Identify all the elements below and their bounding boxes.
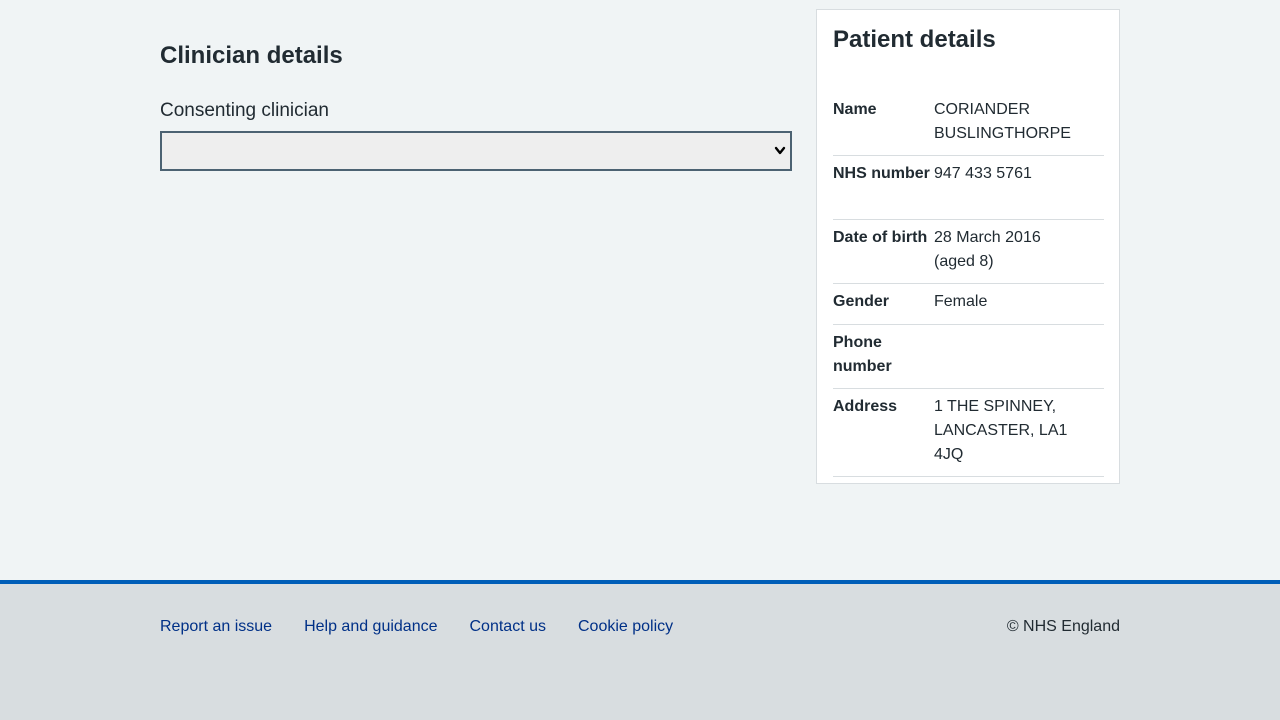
- consenting-clinician-select[interactable]: [160, 131, 792, 171]
- summary-key: NHS number: [833, 165, 930, 182]
- summary-key: Date of birth: [833, 229, 928, 246]
- summary-value: [934, 331, 1084, 388]
- clinician-details-heading: Clinician details: [160, 42, 343, 69]
- contact-us-link[interactable]: Contact us: [470, 617, 546, 637]
- summary-key: Phone number: [833, 334, 892, 375]
- report-an-issue-link[interactable]: Report an issue: [160, 617, 272, 637]
- summary-value: 947 433 5761: [934, 165, 1032, 182]
- footer-links: Report an issue Help and guidance Contac…: [160, 617, 673, 637]
- summary-value: 28 March 2016 (aged 8): [934, 229, 1041, 270]
- consenting-clinician-label: Consenting clinician: [160, 100, 329, 121]
- patient-summary-list: Name CORIANDER BUSLINGTHORPE NHS number …: [833, 86, 1104, 477]
- summary-row-name: Name CORIANDER BUSLINGTHORPE: [833, 86, 1104, 156]
- patient-details-card: Patient details Name CORIANDER BUSLINGTH…: [816, 9, 1120, 484]
- summary-value: 1 THE SPINNEY, LANCASTER, LA1 4JQ: [934, 398, 1068, 463]
- summary-key: Gender: [833, 293, 890, 310]
- copyright: © NHS England: [1006, 618, 1120, 635]
- summary-key: Name: [833, 101, 877, 118]
- summary-row-address: Address 1 THE SPINNEY, LANCASTER, LA1 4J…: [833, 389, 1104, 477]
- summary-row-gender: Gender Female: [833, 284, 1104, 325]
- page: Clinician details Consenting clinician P…: [0, 0, 1280, 720]
- summary-row-nhs-number: NHS number 947 433 5761: [833, 156, 1104, 220]
- summary-row-date-of-birth: Date of birth 28 March 2016 (aged 8): [833, 220, 1104, 284]
- patient-details-heading: Patient details: [833, 26, 996, 53]
- help-and-guidance-link[interactable]: Help and guidance: [304, 617, 437, 637]
- footer: Report an issue Help and guidance Contac…: [0, 580, 1280, 720]
- summary-value: Female: [934, 293, 988, 310]
- chevron-down-icon: [774, 146, 786, 155]
- summary-value: CORIANDER BUSLINGTHORPE: [934, 101, 1071, 142]
- summary-row-phone-number: Phone number: [833, 325, 1104, 389]
- summary-key: Address: [833, 398, 898, 415]
- cookie-policy-link[interactable]: Cookie policy: [578, 617, 673, 637]
